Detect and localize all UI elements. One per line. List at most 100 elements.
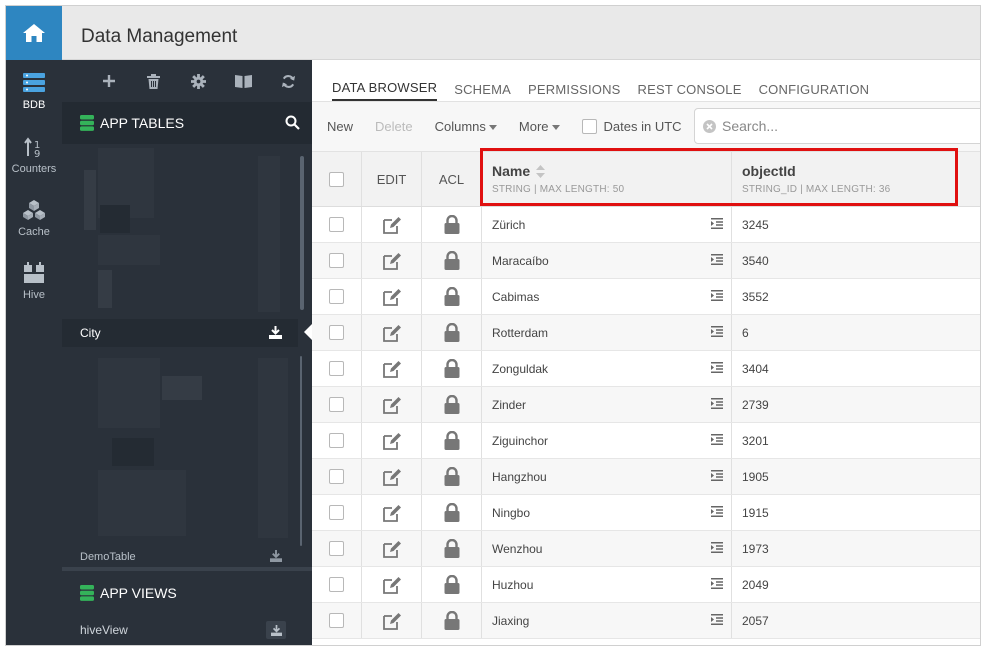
rail-item-counters[interactable]: 1 9 Counters <box>6 136 62 175</box>
tab-schema[interactable]: SCHEMA <box>454 82 511 101</box>
expand-cell-icon[interactable] <box>711 506 723 517</box>
sort-icon[interactable] <box>536 164 546 178</box>
acl-button[interactable] <box>422 279 482 314</box>
download-button[interactable] <box>266 621 286 639</box>
delete-table-button[interactable] <box>131 73 176 89</box>
objectid-cell[interactable]: 1905 <box>732 459 980 494</box>
expand-cell-icon[interactable] <box>711 434 723 445</box>
edit-record-button[interactable] <box>362 459 422 494</box>
acl-button[interactable] <box>422 567 482 602</box>
row-checkbox[interactable] <box>329 541 344 556</box>
row-checkbox[interactable] <box>329 469 344 484</box>
name-cell[interactable]: Hangzhou <box>482 459 732 494</box>
edit-record-button[interactable] <box>362 603 422 638</box>
expand-cell-icon[interactable] <box>711 470 723 481</box>
table-row[interactable]: Huzhou 2049 <box>312 567 980 603</box>
acl-button[interactable] <box>422 351 482 386</box>
more-dropdown[interactable]: More <box>519 119 560 134</box>
expand-cell-icon[interactable] <box>711 614 723 625</box>
expand-cell-icon[interactable] <box>711 578 723 589</box>
objectid-column-header[interactable]: objectId STRING_ID | MAX LENGTH: 36 <box>732 152 980 206</box>
tab-data-browser[interactable]: DATA BROWSER <box>332 80 438 101</box>
expand-cell-icon[interactable] <box>711 218 723 229</box>
new-record-button[interactable]: New <box>327 119 353 134</box>
acl-button[interactable] <box>422 531 482 566</box>
table-row[interactable]: Zinder 2739 <box>312 387 980 423</box>
dates-in-utc-toggle[interactable]: Dates in UTC <box>581 119 682 134</box>
acl-button[interactable] <box>422 243 482 278</box>
objectid-cell[interactable]: 1973 <box>732 531 980 566</box>
table-row[interactable]: Ziguinchor 3201 <box>312 423 980 459</box>
acl-button[interactable] <box>422 459 482 494</box>
table-row[interactable]: Cabimas 3552 <box>312 279 980 315</box>
name-cell[interactable]: Huzhou <box>482 567 732 602</box>
sidebar-scrollbar[interactable] <box>300 356 302 546</box>
resize-handle[interactable] <box>62 567 312 571</box>
objectid-cell[interactable]: 3540 <box>732 243 980 278</box>
name-cell[interactable]: Maracaíbo <box>482 243 732 278</box>
table-search-button[interactable] <box>285 115 300 133</box>
acl-button[interactable] <box>422 603 482 638</box>
tab-configuration[interactable]: CONFIGURATION <box>759 82 870 101</box>
name-cell[interactable]: Wenzhou <box>482 531 732 566</box>
row-checkbox[interactable] <box>329 433 344 448</box>
edit-record-button[interactable] <box>362 387 422 422</box>
rail-item-cache[interactable]: Cache <box>6 199 62 238</box>
expand-cell-icon[interactable] <box>711 326 723 337</box>
row-checkbox[interactable] <box>329 217 344 232</box>
objectid-cell[interactable]: 2049 <box>732 567 980 602</box>
objectid-cell[interactable]: 2739 <box>732 387 980 422</box>
row-checkbox[interactable] <box>329 253 344 268</box>
name-cell[interactable]: Zonguldak <box>482 351 732 386</box>
acl-button[interactable] <box>422 387 482 422</box>
table-row[interactable]: Rotterdam 6 <box>312 315 980 351</box>
objectid-cell[interactable]: 3404 <box>732 351 980 386</box>
tab-permissions[interactable]: PERMISSIONS <box>528 82 621 101</box>
name-cell[interactable]: Jiaxing <box>482 603 732 638</box>
select-all-checkbox[interactable] <box>329 171 344 187</box>
add-table-button[interactable] <box>86 74 131 88</box>
download-button[interactable] <box>270 550 282 565</box>
edit-record-button[interactable] <box>362 495 422 530</box>
edit-record-button[interactable] <box>362 531 422 566</box>
table-row[interactable]: Maracaíbo 3540 <box>312 243 980 279</box>
columns-dropdown[interactable]: Columns <box>435 119 497 134</box>
row-checkbox[interactable] <box>329 325 344 340</box>
row-checkbox[interactable] <box>329 397 344 412</box>
objectid-cell[interactable]: 1915 <box>732 495 980 530</box>
acl-button[interactable] <box>422 495 482 530</box>
name-cell[interactable]: Cabimas <box>482 279 732 314</box>
download-button[interactable] <box>269 326 282 342</box>
table-row[interactable]: Wenzhou 1973 <box>312 531 980 567</box>
edit-record-button[interactable] <box>362 207 422 242</box>
edit-record-button[interactable] <box>362 243 422 278</box>
row-checkbox[interactable] <box>329 577 344 592</box>
table-row[interactable]: Hangzhou 1905 <box>312 459 980 495</box>
name-cell[interactable]: Ningbo <box>482 495 732 530</box>
edit-record-button[interactable] <box>362 315 422 350</box>
table-row[interactable]: Jiaxing 2057 <box>312 603 980 639</box>
edit-record-button[interactable] <box>362 279 422 314</box>
name-column-header[interactable]: Name STRING | MAX LENGTH: 50 <box>482 152 732 206</box>
docs-button[interactable] <box>221 74 266 88</box>
home-button[interactable] <box>6 6 62 60</box>
table-item-city[interactable]: City <box>62 319 298 347</box>
edit-record-button[interactable] <box>362 351 422 386</box>
name-cell[interactable]: Zinder <box>482 387 732 422</box>
view-item-hiveview[interactable]: hiveView <box>62 616 298 644</box>
expand-cell-icon[interactable] <box>711 254 723 265</box>
table-row[interactable]: Zürich 3245 <box>312 207 980 243</box>
acl-button[interactable] <box>422 315 482 350</box>
expand-cell-icon[interactable] <box>711 362 723 373</box>
tab-rest-console[interactable]: REST CONSOLE <box>638 82 742 101</box>
search-input[interactable]: Search... <box>694 108 980 144</box>
acl-button[interactable] <box>422 207 482 242</box>
objectid-cell[interactable]: 3201 <box>732 423 980 458</box>
edit-record-button[interactable] <box>362 423 422 458</box>
expand-cell-icon[interactable] <box>711 290 723 301</box>
name-cell[interactable]: Rotterdam <box>482 315 732 350</box>
name-cell[interactable]: Zürich <box>482 207 732 242</box>
table-row[interactable]: Zonguldak 3404 <box>312 351 980 387</box>
acl-button[interactable] <box>422 423 482 458</box>
expand-cell-icon[interactable] <box>711 542 723 553</box>
